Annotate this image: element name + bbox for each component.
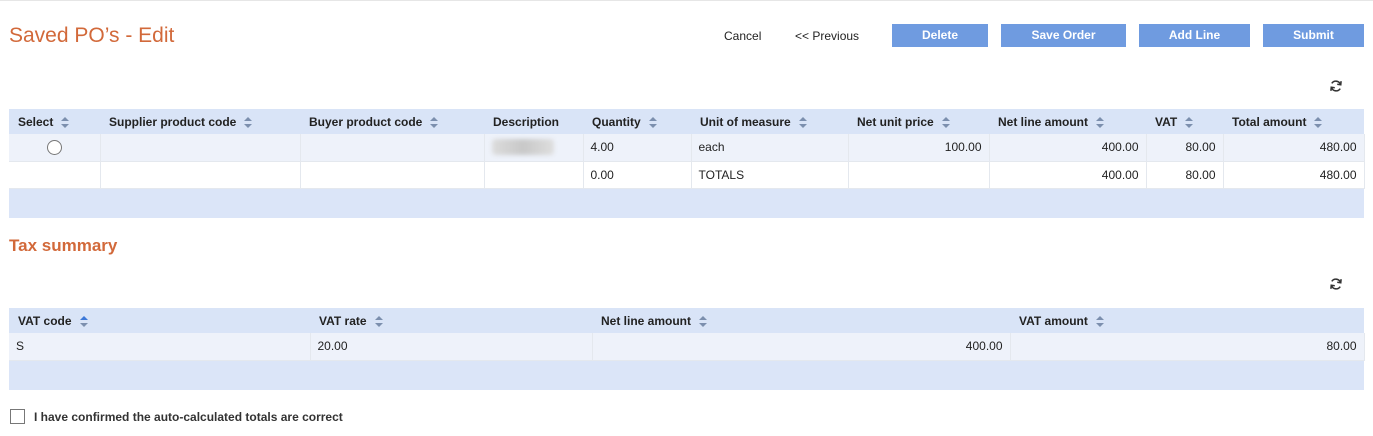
totals-net-line-amount: 400.00	[989, 161, 1147, 189]
net-line-amount-cell: 400.00	[989, 134, 1147, 162]
col-description: Description	[484, 109, 583, 134]
totals-total-amount: 480.00	[1223, 161, 1365, 189]
sort-icon	[1096, 116, 1105, 128]
col-select[interactable]: Select	[9, 109, 100, 134]
col-total-amount[interactable]: Total amount	[1223, 109, 1364, 134]
tax-summary-title: Tax summary	[9, 236, 118, 255]
col-buyer-product-code[interactable]: Buyer product code	[300, 109, 484, 134]
col-net-unit-price[interactable]: Net unit price	[848, 109, 989, 134]
sort-icon	[1185, 116, 1194, 128]
table-row: S 20.00 400.00 80.00	[9, 333, 1365, 361]
sort-icon	[798, 116, 807, 128]
submit-button[interactable]: Submit	[1263, 24, 1364, 47]
totals-quantity: 0.00	[583, 161, 692, 189]
vat-amount-cell: 80.00	[1010, 333, 1365, 361]
row-select-radio[interactable]	[46, 139, 62, 155]
col-vat-rate[interactable]: VAT rate	[310, 308, 592, 333]
col-vat[interactable]: VAT	[1146, 109, 1223, 134]
tax-net-line-amount-cell: 400.00	[592, 333, 1011, 361]
vat-code-cell: S	[9, 333, 311, 361]
redacted-description	[491, 139, 554, 156]
top-divider	[0, 0, 1373, 1]
confirm-checkbox[interactable]	[10, 409, 25, 424]
refresh-icon[interactable]	[1329, 79, 1343, 93]
col-vat-code[interactable]: VAT code	[9, 308, 310, 333]
quantity-cell: 4.00	[583, 134, 692, 162]
sort-icon	[430, 116, 439, 128]
table-footer-bar	[9, 189, 1364, 218]
col-vat-amount[interactable]: VAT amount	[1010, 308, 1364, 333]
uom-cell: each	[691, 134, 849, 162]
tax-table-footer-bar	[9, 361, 1364, 390]
sort-icon	[648, 116, 657, 128]
vat-rate-cell: 20.00	[310, 333, 593, 361]
page-title: Saved PO’s - Edit	[9, 24, 175, 47]
sort-icon	[1314, 116, 1323, 128]
sort-icon	[699, 315, 708, 327]
confirm-totals[interactable]: I have confirmed the auto-calculated tot…	[10, 409, 343, 424]
sort-icon	[941, 116, 950, 128]
col-supplier-product-code[interactable]: Supplier product code	[100, 109, 300, 134]
col-quantity[interactable]: Quantity	[583, 109, 691, 134]
sort-icon	[61, 116, 70, 128]
sort-icon	[374, 315, 383, 327]
tax-summary-table: VAT code VAT rate Net line amount VAT am…	[9, 308, 1365, 361]
order-lines-table: Select Supplier product code Buyer produ…	[9, 109, 1365, 189]
table-row[interactable]: 4.00 each 100.00 400.00 80.00 480.00	[9, 134, 1365, 162]
confirm-label: I have confirmed the auto-calculated tot…	[34, 409, 343, 424]
vat-cell: 80.00	[1146, 134, 1224, 162]
save-order-button[interactable]: Save Order	[1001, 24, 1126, 47]
col-tax-net-line-amount[interactable]: Net line amount	[592, 308, 1010, 333]
sort-asc-icon	[79, 315, 88, 327]
add-line-button[interactable]: Add Line	[1139, 24, 1250, 47]
sort-icon	[1095, 315, 1104, 327]
refresh-icon[interactable]	[1329, 277, 1343, 291]
totals-row: 0.00 TOTALS 400.00 80.00 480.00	[9, 161, 1365, 189]
delete-button[interactable]: Delete	[892, 24, 988, 47]
totals-label: TOTALS	[691, 161, 849, 189]
supplier-code-cell	[100, 134, 301, 162]
previous-button[interactable]: << Previous	[795, 29, 859, 43]
cancel-button[interactable]: Cancel	[724, 29, 761, 43]
col-unit-of-measure[interactable]: Unit of measure	[691, 109, 848, 134]
net-unit-price-cell: 100.00	[848, 134, 990, 162]
buyer-code-cell	[300, 134, 485, 162]
col-net-line-amount[interactable]: Net line amount	[989, 109, 1146, 134]
sort-icon	[244, 116, 253, 128]
totals-vat: 80.00	[1146, 161, 1224, 189]
total-amount-cell: 480.00	[1223, 134, 1365, 162]
